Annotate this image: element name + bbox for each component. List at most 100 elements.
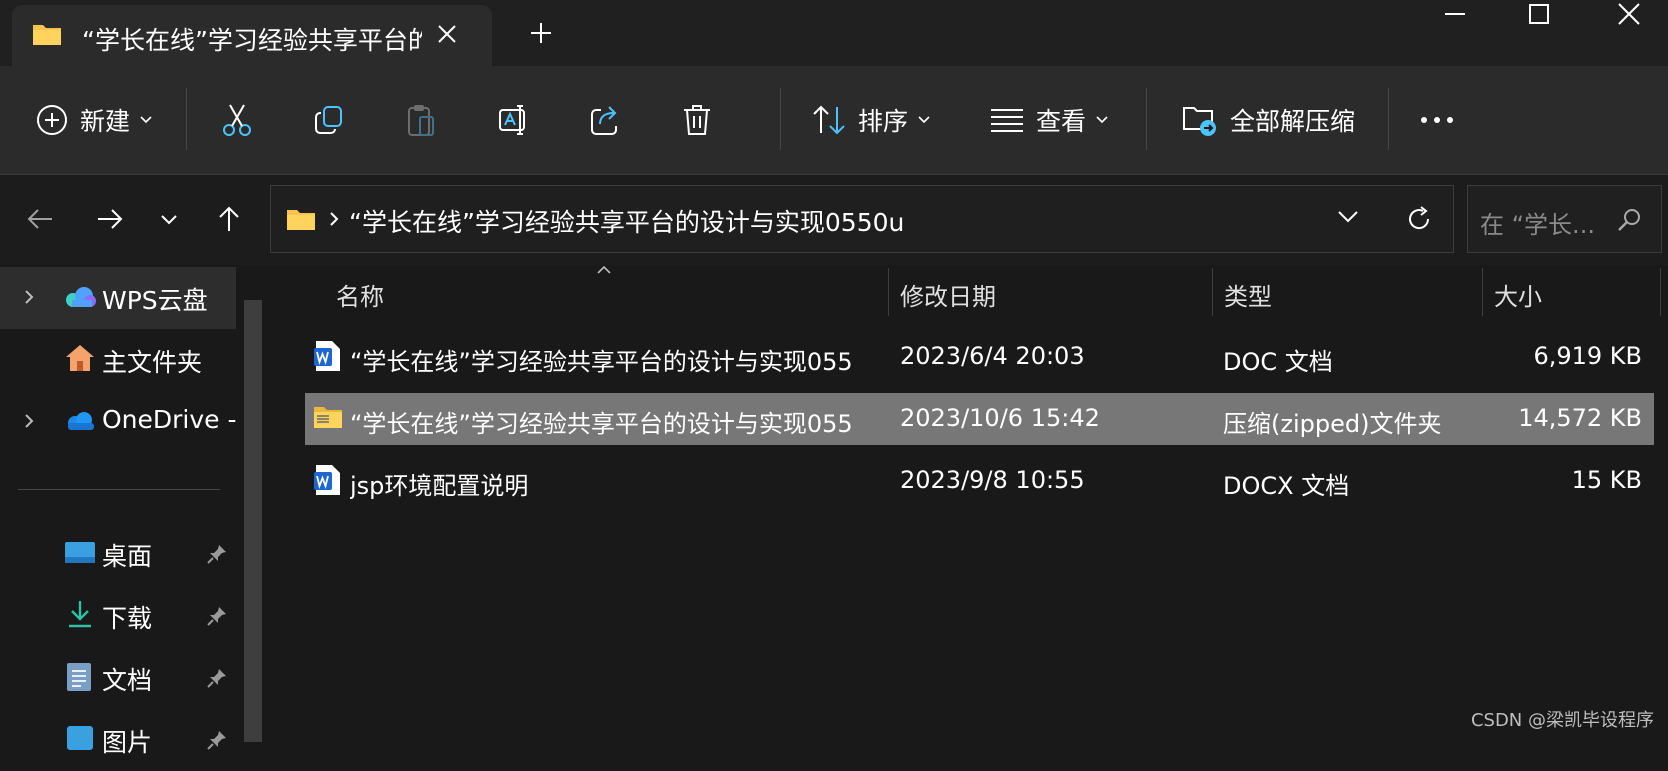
forward-arrow-icon[interactable] xyxy=(96,207,124,231)
tab-current-folder[interactable]: “学长在线”学习经验共享平台的 xyxy=(12,5,492,66)
pin-icon[interactable] xyxy=(206,729,228,751)
sidebar-item-pictures[interactable]: 图片 xyxy=(0,709,236,771)
expand-chevron-icon[interactable] xyxy=(24,413,34,429)
extract-all-label: 全部解压缩 xyxy=(1230,107,1356,136)
sidebar-item-label: OneDrive - xyxy=(102,405,237,434)
breadcrumb-current-folder[interactable]: “学长在线”学习经验共享平台的设计与实现0550u xyxy=(349,203,904,239)
expand-chevron-icon[interactable] xyxy=(24,289,34,305)
copy-button[interactable] xyxy=(314,66,344,174)
file-size: 14,572 KB xyxy=(1518,404,1642,432)
view-list-icon xyxy=(990,107,1024,133)
home-icon xyxy=(64,343,96,373)
navigation-pane: WPS云盘 主文件夹 OneDrive - 桌面 下载 文档 图片 xyxy=(0,265,244,757)
breadcrumb-chevron-icon[interactable] xyxy=(329,211,339,227)
address-bar[interactable]: “学长在线”学习经验共享平台的设计与实现0550u xyxy=(270,185,1454,253)
folder-icon xyxy=(32,22,62,46)
new-tab-plus-icon[interactable] xyxy=(530,22,552,44)
chevron-down-icon xyxy=(140,116,152,124)
extract-all-button[interactable]: 全部解压缩 xyxy=(1182,66,1355,174)
share-button[interactable] xyxy=(590,66,622,174)
column-header-name[interactable]: 名称 xyxy=(336,277,384,312)
paste-button[interactable] xyxy=(406,66,436,174)
pin-icon[interactable] xyxy=(206,667,228,689)
sort-button[interactable]: 排序 xyxy=(812,66,930,174)
up-arrow-icon[interactable] xyxy=(216,205,242,233)
copy-icon xyxy=(314,105,344,135)
file-name: jsp环境配置说明 xyxy=(350,472,529,500)
recent-locations-chevron-icon[interactable] xyxy=(160,214,178,226)
sidebar-item-onedrive[interactable]: OneDrive - xyxy=(0,391,237,453)
delete-button[interactable] xyxy=(682,66,712,174)
search-icon[interactable] xyxy=(1616,207,1642,233)
pictures-icon xyxy=(66,725,94,751)
share-icon xyxy=(590,104,622,136)
chevron-down-icon xyxy=(1096,116,1108,124)
pin-icon[interactable] xyxy=(206,605,228,627)
sidebar-divider xyxy=(18,489,220,490)
file-type: DOC 文档 xyxy=(1223,348,1333,376)
sidebar-item-wps-cloud[interactable]: WPS云盘 xyxy=(0,267,236,329)
sidebar-item-label: 主文件夹 xyxy=(102,348,203,377)
sidebar-item-label: 图片 xyxy=(102,728,153,757)
file-size: 15 KB xyxy=(1571,466,1642,494)
extract-folder-icon xyxy=(1182,103,1218,137)
document-icon xyxy=(66,662,92,692)
sidebar-item-label: 文档 xyxy=(102,666,153,695)
cut-button[interactable] xyxy=(222,66,252,174)
file-type: 压缩(zipped)文件夹 xyxy=(1223,410,1442,438)
close-tab-icon[interactable] xyxy=(437,24,457,44)
column-divider[interactable] xyxy=(1212,268,1213,316)
word-document-icon xyxy=(313,464,341,496)
zip-folder-icon xyxy=(313,404,343,430)
watermark: CSDN @梁凯毕设程序 xyxy=(1470,710,1654,731)
search-box[interactable]: 在 “学长... xyxy=(1467,185,1662,253)
wps-cloud-icon xyxy=(64,286,96,308)
view-button[interactable]: 查看 xyxy=(990,66,1108,174)
sidebar-item-documents[interactable]: 文档 xyxy=(0,647,236,709)
download-arrow-icon xyxy=(66,599,94,629)
file-date: 2023/6/4 20:03 xyxy=(900,342,1085,370)
close-window-icon[interactable] xyxy=(1600,0,1658,30)
desktop-icon xyxy=(64,541,96,565)
more-icon xyxy=(1420,116,1454,124)
sidebar-scrollbar[interactable] xyxy=(244,300,262,742)
column-divider[interactable] xyxy=(888,268,889,316)
more-button[interactable] xyxy=(1420,66,1454,174)
file-size: 6,919 KB xyxy=(1533,342,1642,370)
tab-title: “学长在线”学习经验共享平台的 xyxy=(82,26,422,55)
pin-icon[interactable] xyxy=(206,543,228,565)
sidebar-item-home[interactable]: 主文件夹 xyxy=(0,329,236,391)
minimize-icon[interactable] xyxy=(1426,0,1484,30)
file-type: DOCX 文档 xyxy=(1223,472,1350,500)
sidebar-item-desktop[interactable]: 桌面 xyxy=(0,523,236,585)
chevron-down-icon xyxy=(918,116,930,124)
new-button[interactable]: 新建 xyxy=(36,66,152,174)
cut-icon xyxy=(222,103,252,137)
file-row[interactable]: jsp环境配置说明 2023/9/8 10:55 DOCX 文档 15 KB xyxy=(305,455,1654,507)
command-bar: 新建 排序 查看 全部解压缩 xyxy=(0,66,1668,175)
maximize-icon[interactable] xyxy=(1510,0,1568,30)
column-divider[interactable] xyxy=(1482,268,1483,316)
column-header-date[interactable]: 修改日期 xyxy=(900,277,996,312)
rename-icon xyxy=(498,103,532,137)
sidebar-item-label: 下载 xyxy=(102,604,153,633)
rename-button[interactable] xyxy=(498,66,532,174)
column-header-size[interactable]: 大小 xyxy=(1494,277,1542,312)
file-row-selected[interactable]: “学长在线”学习经验共享平台的设计与实现055... 2023/10/6 15:… xyxy=(305,393,1654,445)
column-header-type[interactable]: 类型 xyxy=(1224,277,1272,312)
refresh-icon[interactable] xyxy=(1406,206,1432,232)
sort-label: 排序 xyxy=(858,107,909,136)
sidebar-item-downloads[interactable]: 下载 xyxy=(0,585,236,647)
sidebar-item-label: 桌面 xyxy=(102,542,153,571)
back-arrow-icon[interactable] xyxy=(26,207,54,231)
sort-icon xyxy=(812,105,846,135)
file-name: “学长在线”学习经验共享平台的设计与实现055... xyxy=(350,348,855,376)
file-row[interactable]: “学长在线”学习经验共享平台的设计与实现055... 2023/6/4 20:0… xyxy=(305,331,1654,383)
onedrive-cloud-icon xyxy=(64,411,96,431)
column-divider[interactable] xyxy=(1660,268,1661,316)
folder-icon xyxy=(286,207,316,231)
address-dropdown-chevron-icon[interactable] xyxy=(1337,210,1359,224)
file-date: 2023/10/6 15:42 xyxy=(900,404,1100,432)
view-label: 查看 xyxy=(1036,107,1087,136)
toolbar-divider xyxy=(1388,88,1389,150)
